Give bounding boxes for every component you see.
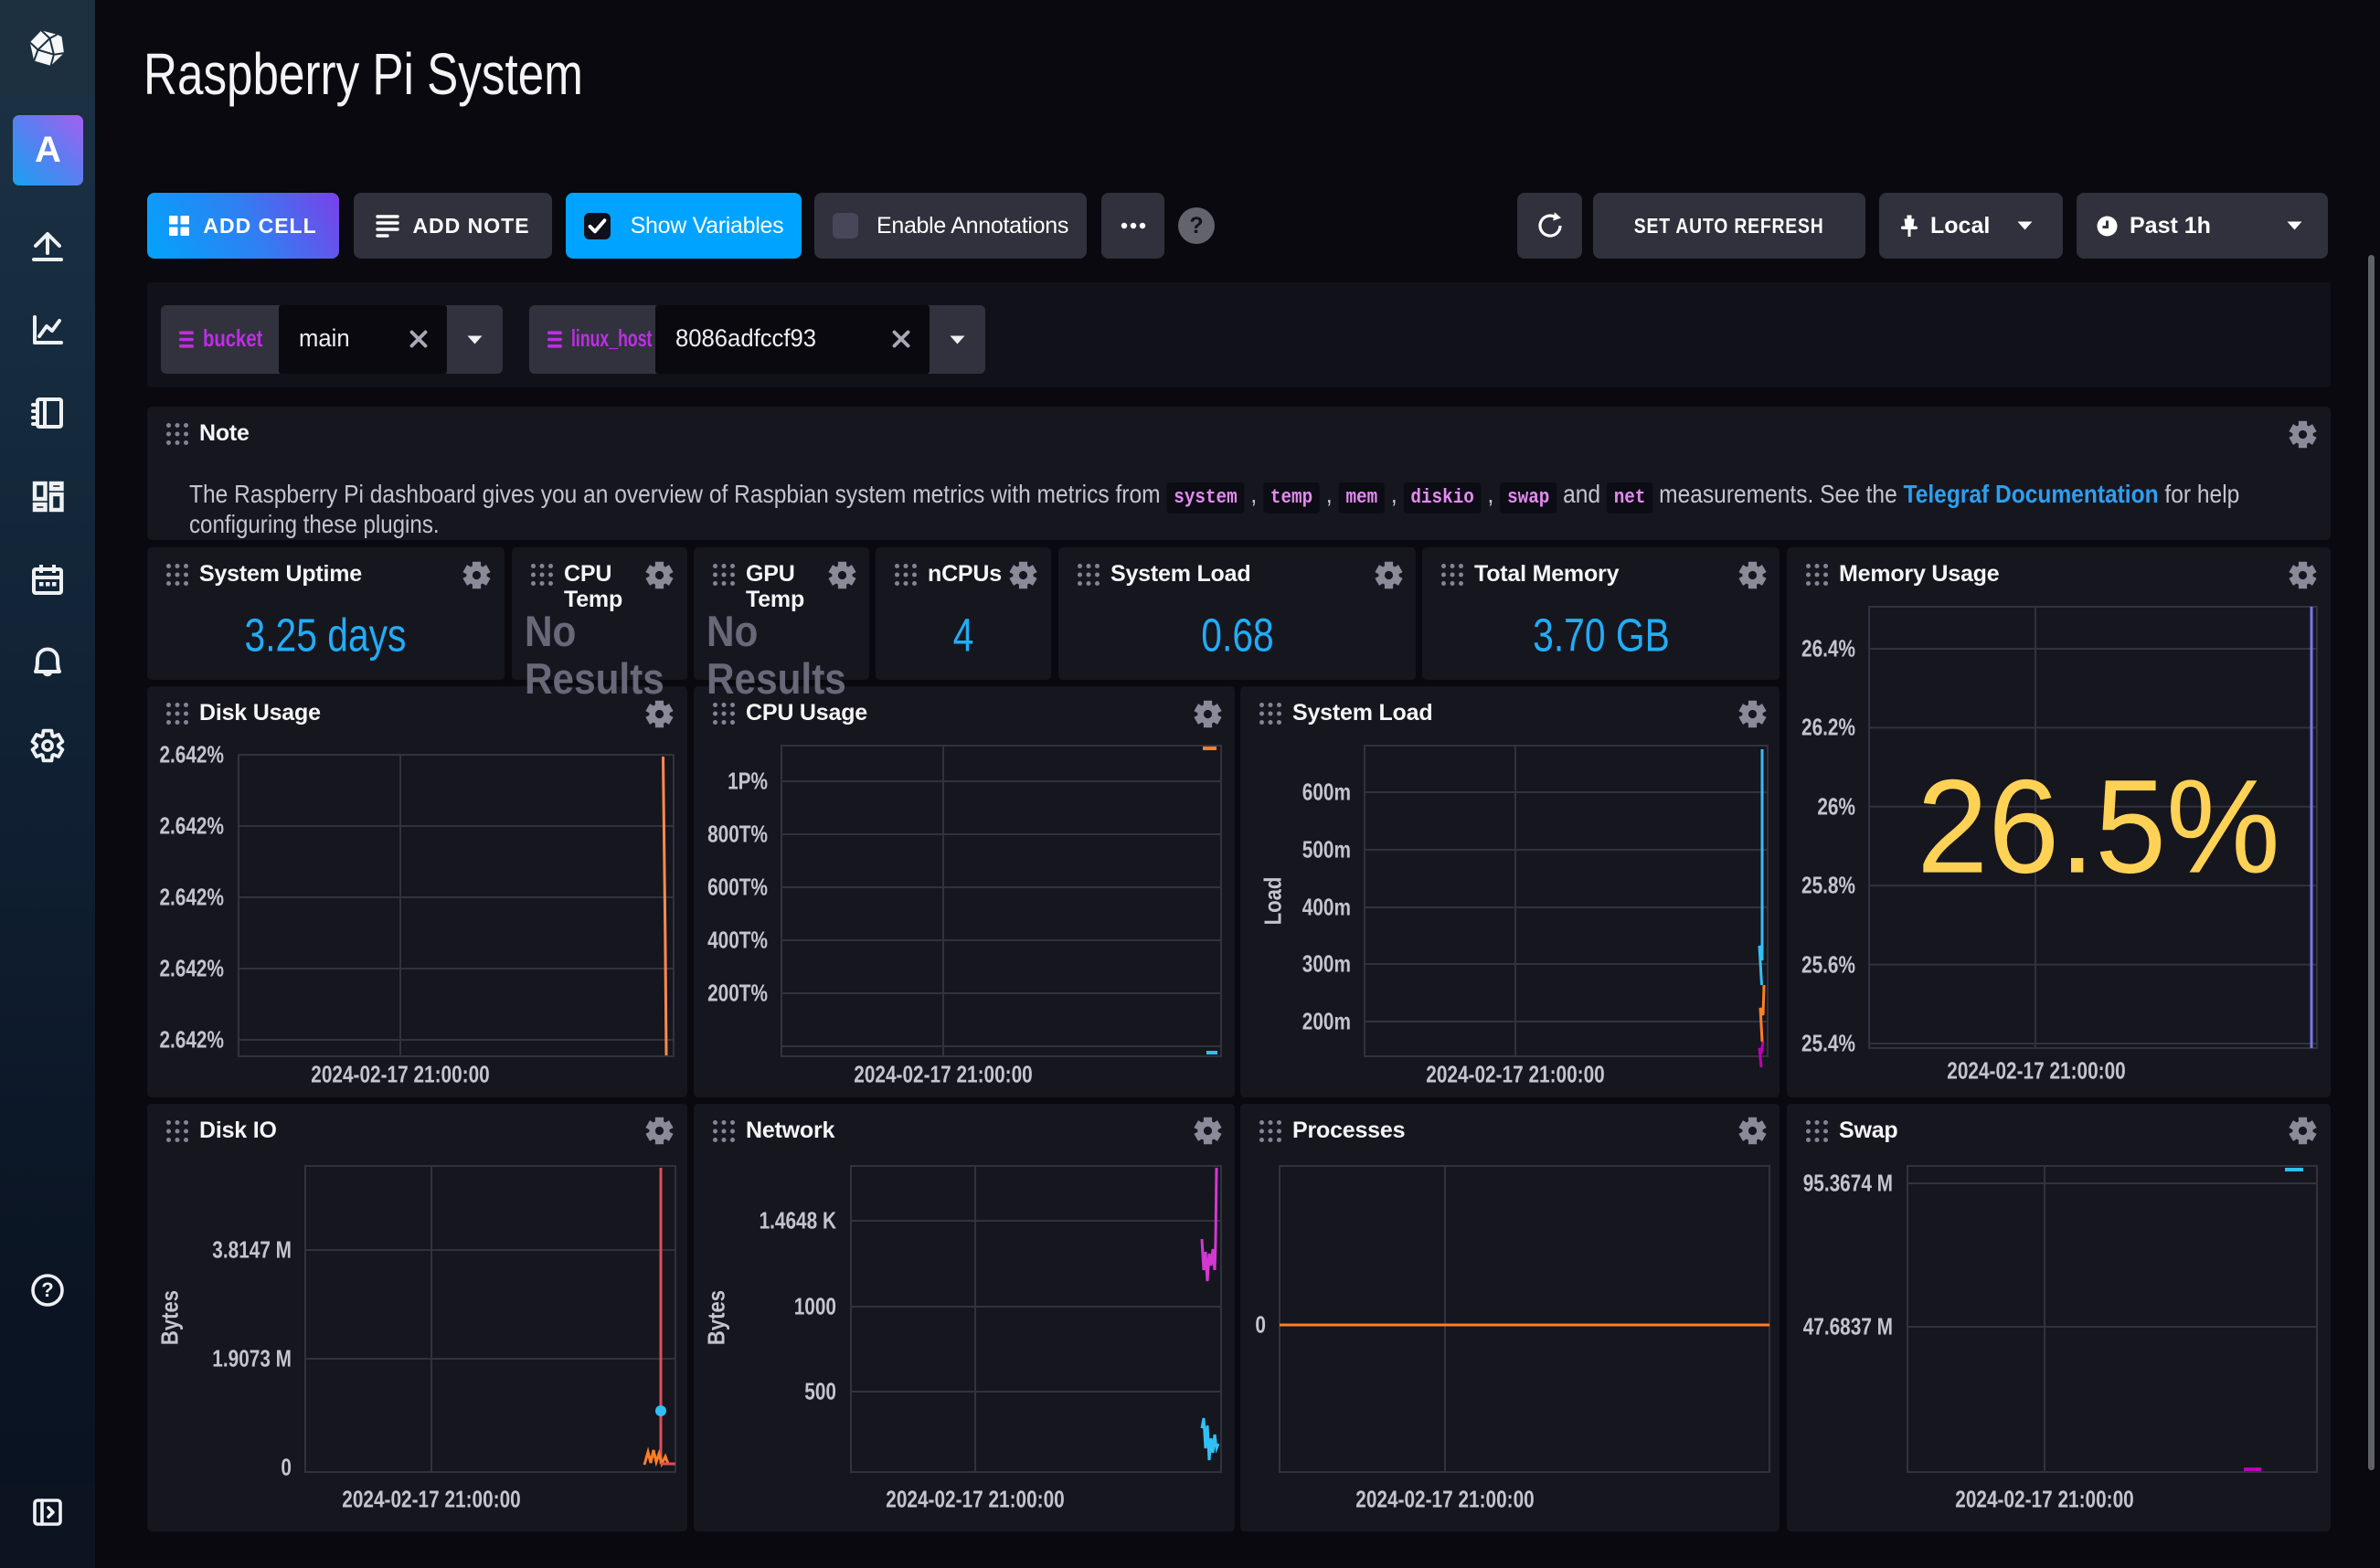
svg-text:?: ?	[41, 1278, 53, 1301]
